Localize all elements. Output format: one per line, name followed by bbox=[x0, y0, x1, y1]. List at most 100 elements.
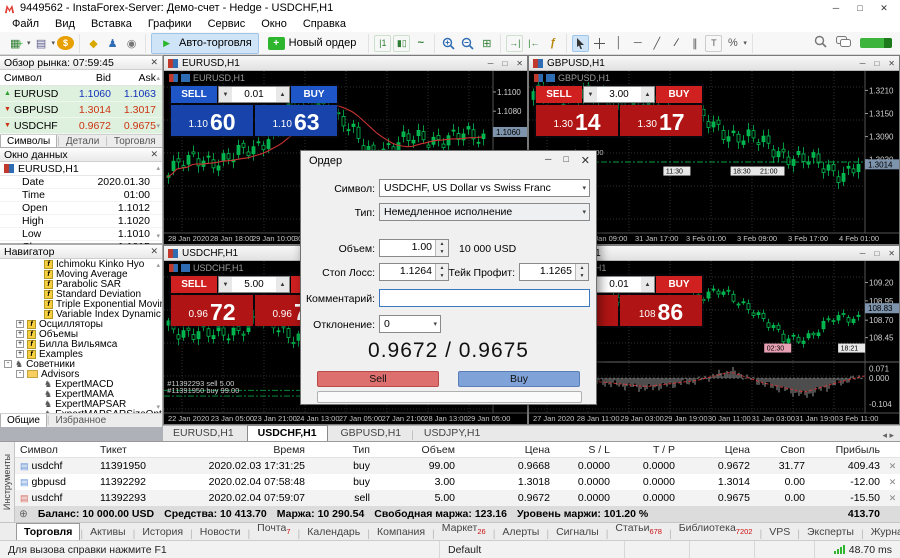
column-header[interactable]: Символ bbox=[15, 444, 95, 456]
terminal-tab[interactable]: Сигналы bbox=[549, 524, 606, 540]
buy-price[interactable]: 10886 bbox=[620, 295, 702, 326]
chart-tab[interactable]: USDJPY,H1 bbox=[414, 426, 490, 441]
volume-stepper[interactable]: 1.00▲▼ bbox=[379, 239, 449, 257]
column-header[interactable]: Цена bbox=[680, 444, 755, 456]
expand-icon[interactable]: + bbox=[16, 350, 24, 358]
spin-down-icon[interactable]: ▼ bbox=[576, 272, 588, 280]
navigator-item[interactable]: fMoving Average bbox=[0, 269, 162, 279]
terminal-tab[interactable]: Статьи678 bbox=[608, 520, 669, 540]
terminal-tab[interactable]: Почта7 bbox=[250, 520, 297, 540]
navigator-tab[interactable]: Избранное bbox=[50, 414, 113, 427]
close-order-icon[interactable]: ✕ bbox=[885, 477, 900, 488]
dialog-minimize-icon[interactable]: ─ bbox=[545, 154, 551, 167]
terminal-tab[interactable]: Новости bbox=[193, 524, 248, 540]
terminal-tab[interactable]: История bbox=[135, 524, 190, 540]
sell-price[interactable]: 1.3014 bbox=[536, 105, 618, 136]
tabs-scroll-right-icon[interactable]: ▸ bbox=[889, 430, 894, 440]
dialog-maximize-icon[interactable]: □ bbox=[563, 154, 568, 167]
market-watch-row[interactable]: ▲EURUSD1.10601.1063 bbox=[0, 86, 162, 102]
navigator-close-icon[interactable]: ✕ bbox=[150, 246, 158, 257]
horizontal-line-icon[interactable]: ─ bbox=[629, 35, 646, 52]
stop-loss-stepper[interactable]: 1.1264▲▼ bbox=[379, 263, 449, 281]
navigator-item[interactable]: fVariable Index Dynamic A bbox=[0, 309, 162, 319]
menu-item[interactable]: Файл bbox=[4, 17, 47, 31]
tools-dropdown-icon[interactable]: ▾ bbox=[743, 39, 747, 47]
new-chart-dropdown-icon[interactable]: ▾ bbox=[27, 39, 31, 47]
data-window-close-icon[interactable]: ✕ bbox=[150, 149, 158, 160]
spin-down-icon[interactable]: ▼ bbox=[436, 248, 448, 256]
expand-icon[interactable]: + bbox=[16, 340, 24, 348]
lot-input[interactable] bbox=[597, 277, 641, 292]
buy-button[interactable]: BUY bbox=[291, 86, 337, 103]
navigator-tab[interactable]: Общие bbox=[0, 413, 47, 427]
chart-close-icon[interactable]: ✕ bbox=[516, 59, 523, 68]
collapse-icon[interactable]: - bbox=[4, 360, 12, 368]
column-header[interactable]: Время bbox=[195, 444, 310, 456]
menu-item[interactable]: Окно bbox=[253, 17, 295, 31]
deposit-icon[interactable]: $ bbox=[57, 36, 74, 50]
scroll-down-icon[interactable]: ▾ bbox=[156, 232, 160, 240]
autotrade-button[interactable]: ▶ Авто-торговля bbox=[151, 33, 259, 54]
lot-down-icon[interactable]: ▼ bbox=[219, 277, 232, 292]
expand-icon[interactable]: ⊕ bbox=[19, 508, 28, 520]
expand-icon[interactable]: + bbox=[16, 330, 24, 338]
column-header[interactable]: S / L bbox=[555, 444, 615, 456]
market-watch-close-icon[interactable]: ✕ bbox=[150, 57, 158, 68]
navigator-item[interactable]: -Advisors bbox=[0, 369, 162, 379]
column-header[interactable]: Тикет bbox=[95, 444, 195, 456]
order-row[interactable]: ▤usdchf113922932020.02.04 07:59:07sell5.… bbox=[15, 490, 900, 506]
chart-maximize-icon[interactable]: □ bbox=[874, 249, 879, 258]
spin-up-icon[interactable]: ▲ bbox=[436, 240, 448, 248]
navigator-item[interactable]: +fОсцилляторы bbox=[0, 319, 162, 329]
profiles-dropdown-icon[interactable]: ▾ bbox=[52, 39, 56, 47]
lot-input[interactable] bbox=[232, 277, 276, 292]
market-watch-row[interactable]: ▼USDCHF0.96720.9675 bbox=[0, 118, 162, 134]
sell-button[interactable]: SELL bbox=[171, 276, 217, 293]
dialog-close-icon[interactable]: ✕ bbox=[581, 154, 590, 167]
column-header[interactable]: Цена bbox=[460, 444, 555, 456]
close-order-icon[interactable]: ✕ bbox=[885, 461, 900, 472]
menu-item[interactable]: Графики bbox=[140, 17, 200, 31]
crosshair-icon[interactable] bbox=[591, 35, 608, 52]
chart-minimize-icon[interactable]: ─ bbox=[488, 59, 494, 68]
lot-input[interactable] bbox=[232, 87, 276, 102]
buy-price[interactable]: 1.3017 bbox=[620, 105, 702, 136]
terminal-tab[interactable]: Алерты bbox=[495, 524, 546, 540]
market-watch-row[interactable]: ▼GBPUSD1.30141.3017 bbox=[0, 102, 162, 118]
navigator-item[interactable]: fTriple Exponential Movin bbox=[0, 299, 162, 309]
navigator-item[interactable]: +fОбъемы bbox=[0, 329, 162, 339]
column-header[interactable]: T / P bbox=[615, 444, 680, 456]
vertical-line-icon[interactable]: │ bbox=[610, 35, 627, 52]
buy-button[interactable]: BUY bbox=[656, 276, 702, 293]
cursor-icon[interactable] bbox=[572, 35, 589, 52]
order-row[interactable]: ▤usdchf113919502020.02.03 17:31:25buy99.… bbox=[15, 458, 900, 474]
chart-close-icon[interactable]: ✕ bbox=[888, 59, 895, 68]
navigator-item[interactable]: ♞ExpertMAMA bbox=[0, 389, 162, 399]
one-click-icon[interactable] bbox=[169, 264, 178, 272]
chart-minimize-icon[interactable]: ─ bbox=[860, 59, 866, 68]
menu-item[interactable]: Вид bbox=[47, 17, 83, 31]
column-header[interactable]: Объем bbox=[375, 444, 460, 456]
scroll-up-icon[interactable]: ▴ bbox=[156, 74, 160, 82]
comment-input[interactable] bbox=[379, 289, 590, 307]
scroll-up-icon[interactable]: ▴ bbox=[156, 164, 160, 172]
order-type-select[interactable]: Немедленное исполнение▾ bbox=[379, 203, 590, 221]
terminal-tab[interactable]: Библиотека7202 bbox=[672, 520, 760, 540]
sell-price[interactable]: 1.1060 bbox=[171, 105, 253, 136]
column-header[interactable]: Тип bbox=[310, 444, 375, 456]
sell-button[interactable]: SELL bbox=[536, 86, 582, 103]
zoom-in-icon[interactable] bbox=[440, 35, 457, 52]
navigator-item[interactable]: +fБилла Вильямса bbox=[0, 339, 162, 349]
expand-icon[interactable]: + bbox=[16, 320, 24, 328]
chart-tab[interactable]: USDCHF,H1 bbox=[247, 425, 328, 441]
text-tool-icon[interactable]: T bbox=[705, 35, 722, 52]
navigator-icon[interactable]: ♟ bbox=[104, 35, 121, 52]
terminal-tab[interactable]: VPS bbox=[762, 524, 797, 540]
market-watch-icon[interactable]: ◆ bbox=[85, 35, 102, 52]
lot-input[interactable] bbox=[597, 87, 641, 102]
lot-up-icon[interactable]: ▲ bbox=[641, 87, 654, 102]
navigator-item[interactable]: ♞ExpertMAPSARSizeOptim bbox=[0, 409, 162, 413]
buy-button[interactable]: Buy bbox=[458, 371, 580, 387]
navigator-item[interactable]: ♞ExpertMACD bbox=[0, 379, 162, 389]
scroll-down-icon[interactable]: ▾ bbox=[156, 403, 160, 411]
